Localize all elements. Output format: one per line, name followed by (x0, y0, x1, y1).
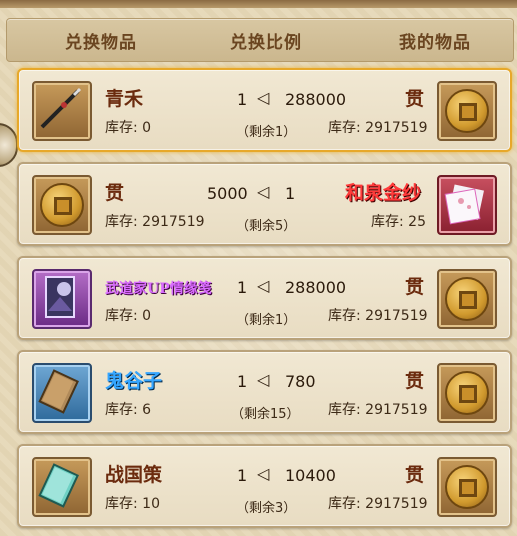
my-item-name: 贯 (405, 276, 425, 298)
ratio-left: 1 (237, 90, 248, 109)
remaining-count: （剩余15） (231, 407, 300, 422)
remaining-count: （剩余1） (236, 313, 297, 328)
ratio-right: 780 (285, 372, 316, 391)
item-name: 青禾 (105, 88, 144, 110)
list-header: 兑换物品 兑换比例 我的物品 (6, 18, 514, 62)
exchange-row[interactable]: 青禾 库存: 0 1 ◁ 288000 （剩余1） 贯 库存: 2917519 (17, 68, 512, 152)
ratio-right: 1 (285, 184, 296, 203)
ratio-right: 288000 (285, 278, 347, 297)
my-item-name: 贯 (405, 370, 425, 392)
my-item-name: 贯 (405, 464, 425, 486)
item-name: 鬼谷子 (105, 370, 163, 392)
coin-icon[interactable] (437, 269, 497, 329)
coin-icon[interactable] (437, 363, 497, 423)
book-icon[interactable] (32, 363, 92, 423)
item-stock: 库存: 2917519 (105, 214, 205, 230)
my-item-stock: 库存: 2917519 (328, 308, 428, 324)
remaining-count: （剩余1） (236, 125, 297, 140)
ratio-right: 288000 (285, 90, 347, 109)
item-stock: 库存: 6 (105, 402, 152, 418)
exchange-row[interactable]: 武道家UP情缘笺 库存: 0 1 ◁ 288000 （剩余1） 贯 库存: 29… (17, 256, 512, 340)
my-item-stock: 库存: 2917519 (328, 496, 428, 512)
coin-icon[interactable] (437, 457, 497, 517)
header-my-item: 我的物品 (399, 33, 471, 53)
exchange-row[interactable]: 贯 库存: 2917519 5000 ◁ 1 （剩余5） 和泉金纱 库存: 25 (17, 162, 512, 246)
ratio-left: 1 (237, 278, 248, 297)
spear-icon[interactable] (32, 81, 92, 141)
ratio-left: 5000 (207, 184, 248, 203)
header-exchange-ratio: 兑换比例 (230, 33, 302, 53)
my-item-stock: 库存: 2917519 (328, 120, 428, 136)
exchange-arrow-icon: ◁ (257, 88, 270, 107)
letter-card-icon[interactable] (32, 269, 92, 329)
exchange-arrow-icon: ◁ (257, 370, 270, 389)
item-stock: 库存: 0 (105, 308, 152, 324)
remaining-count: （剩余3） (236, 501, 297, 516)
exchange-row[interactable]: 战国策 库存: 10 1 ◁ 10400 （剩余3） 贯 库存: 2917519 (17, 444, 512, 528)
exchange-arrow-icon: ◁ (257, 182, 270, 201)
my-item-stock: 库存: 2917519 (328, 402, 428, 418)
book-icon[interactable] (32, 457, 92, 517)
header-exchange-item: 兑换物品 (65, 33, 137, 53)
ratio-right: 10400 (285, 466, 336, 485)
item-name: 战国策 (105, 464, 163, 486)
my-item-stock: 库存: 25 (371, 214, 426, 230)
item-stock: 库存: 10 (105, 496, 160, 512)
exchange-arrow-icon: ◁ (257, 464, 270, 483)
top-border (0, 0, 517, 8)
item-name: 贯 (105, 182, 125, 204)
remaining-count: （剩余5） (236, 219, 297, 234)
ratio-left: 1 (237, 466, 248, 485)
coin-icon[interactable] (32, 175, 92, 235)
exchange-arrow-icon: ◁ (257, 276, 270, 295)
ratio-left: 1 (237, 372, 248, 391)
exchange-row[interactable]: 鬼谷子 库存: 6 1 ◁ 780 （剩余15） 贯 库存: 2917519 (17, 350, 512, 434)
item-stock: 库存: 0 (105, 120, 152, 136)
item-name: 武道家UP情缘笺 (105, 281, 212, 297)
my-item-name: 贯 (405, 88, 425, 110)
my-item-name: 和泉金纱 (345, 182, 422, 204)
fabric-icon[interactable] (437, 175, 497, 235)
coin-icon[interactable] (437, 81, 497, 141)
